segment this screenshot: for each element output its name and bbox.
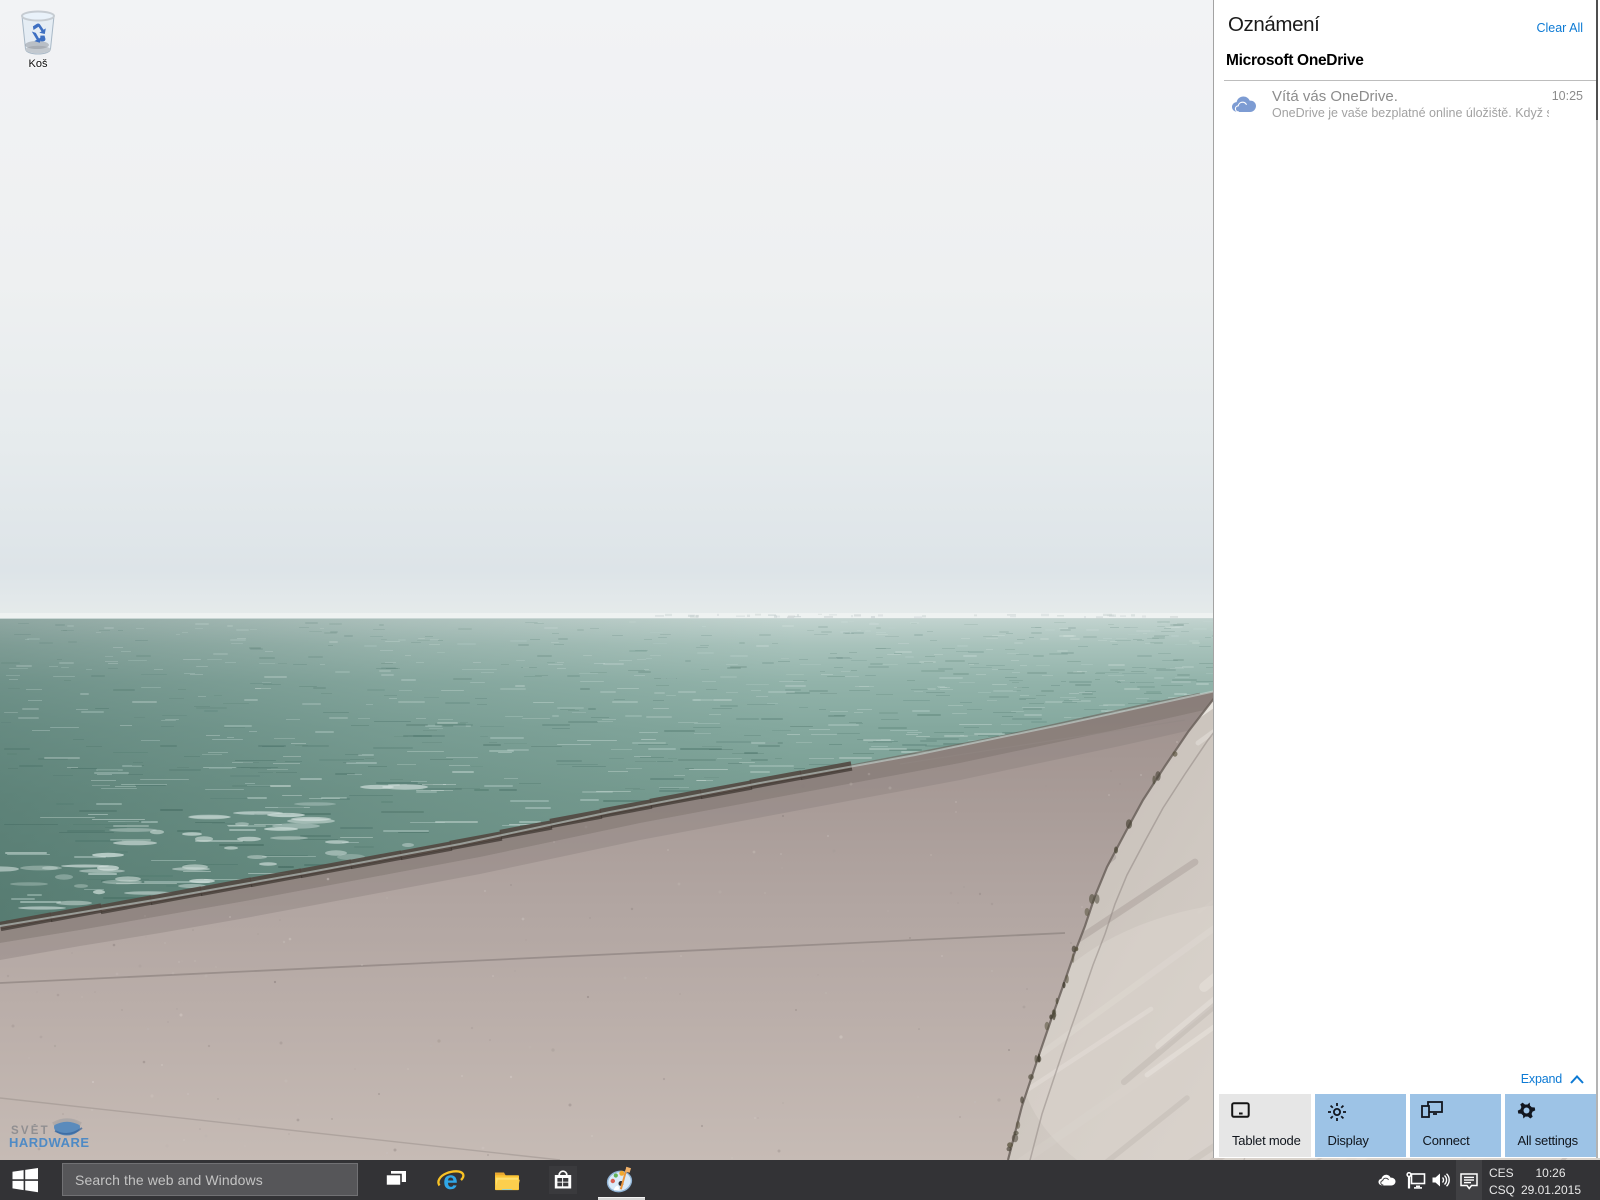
svg-text:HARDWARE: HARDWARE xyxy=(9,1135,90,1150)
